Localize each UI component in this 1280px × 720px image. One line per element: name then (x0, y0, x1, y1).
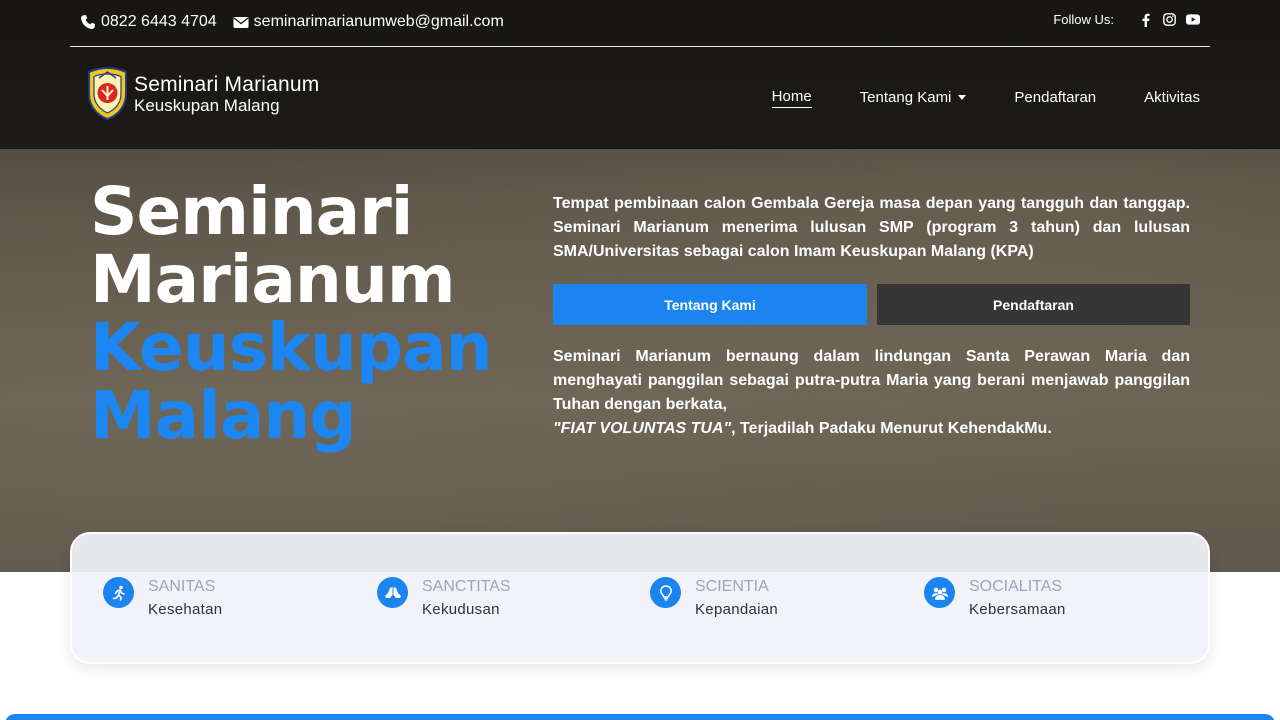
envelope-icon (233, 14, 249, 30)
feature-label: Kekudusan (422, 601, 500, 618)
seminary-seal-icon (88, 66, 127, 121)
follow-label: Follow Us: (1053, 12, 1114, 27)
motto-translation: , Terjadilah Padaku Menurut KehendakMu. (731, 420, 1052, 437)
values-card: SANITAS Kesehatan SANCTITAS Kekudusan SC… (70, 532, 1210, 664)
nav-aktivitas[interactable]: Aktivitas (1144, 89, 1200, 108)
email-address: seminarimarianumweb@gmail.com (253, 13, 504, 30)
hero-buttons: Tentang Kami Pendaftaran (553, 284, 1190, 325)
lightbulb-icon (650, 577, 681, 608)
nav-tentang-kami[interactable]: Tentang Kami (860, 89, 967, 108)
hero-title: Seminari Marianum Keuskupan Malang (90, 173, 493, 454)
next-section-edge (5, 714, 1275, 720)
email-link[interactable]: seminarimarianumweb@gmail.com (233, 13, 504, 31)
logo-subtitle: Keuskupan Malang (134, 95, 280, 115)
pendaftaran-button[interactable]: Pendaftaran (877, 284, 1190, 325)
feature-label: Kesehatan (148, 601, 223, 618)
hero-title-line3: Keuskupan (90, 309, 493, 386)
nav-tentang-kami-label: Tentang Kami (859, 88, 952, 106)
hero-title-line1: Seminari (90, 173, 413, 250)
feature-sanctitas: SANCTITAS Kekudusan (377, 577, 511, 620)
header-divider (70, 46, 1210, 47)
site-logo[interactable]: Seminari Marianum Keuskupan Malang (85, 66, 319, 121)
hero-title-line2: Marianum (90, 241, 456, 318)
feature-latin: SANITAS (148, 578, 216, 595)
feature-socialitas: SOCIALITAS Kebersamaan (924, 577, 1066, 620)
hero-body: Seminari Marianum bernaung dalam lindung… (553, 345, 1190, 441)
caret-down-icon (958, 94, 967, 100)
contact-bar: 0822 6443 4704 seminarimarianumweb@gmail… (80, 11, 520, 33)
hero-motto-line: "FIAT VOLUNTAS TUA", Terjadilah Padaku M… (553, 417, 1190, 441)
feature-latin: SOCIALITAS (969, 578, 1063, 595)
social-links: Follow Us: (1053, 12, 1200, 27)
main-nav: Home Tentang Kami Pendaftaran Aktivitas (724, 88, 1200, 108)
feature-latin: SANCTITAS (422, 578, 511, 595)
feature-latin: SCIENTIA (695, 578, 769, 595)
motto-latin: "FIAT VOLUNTAS TUA" (553, 420, 732, 437)
feature-scientia: SCIENTIA Kepandaian (650, 577, 778, 620)
youtube-icon[interactable] (1186, 13, 1200, 27)
logo-title: Seminari Marianum (134, 72, 320, 96)
feature-sanitas: SANITAS Kesehatan (103, 577, 222, 620)
hero-intro: Tempat pembinaan calon Gembala Gereja ma… (553, 195, 1190, 260)
instagram-icon[interactable] (1162, 13, 1176, 27)
nav-pendaftaran[interactable]: Pendaftaran (1014, 89, 1096, 108)
feature-label: Kepandaian (695, 601, 779, 618)
phone-link[interactable]: 0822 6443 4704 (80, 13, 217, 31)
feature-label: Kebersamaan (969, 601, 1066, 618)
phone-number: 0822 6443 4704 (101, 13, 217, 30)
running-icon (103, 577, 134, 608)
praying-hands-icon (377, 577, 408, 608)
phone-icon (80, 14, 96, 30)
hero-body-text: Seminari Marianum bernaung dalam lindung… (553, 348, 1190, 413)
hero-title-line4: Malang (90, 377, 357, 454)
people-icon (924, 577, 955, 608)
facebook-icon[interactable] (1138, 13, 1152, 27)
tentang-kami-button[interactable]: Tentang Kami (553, 284, 867, 325)
nav-home[interactable]: Home (771, 88, 812, 108)
